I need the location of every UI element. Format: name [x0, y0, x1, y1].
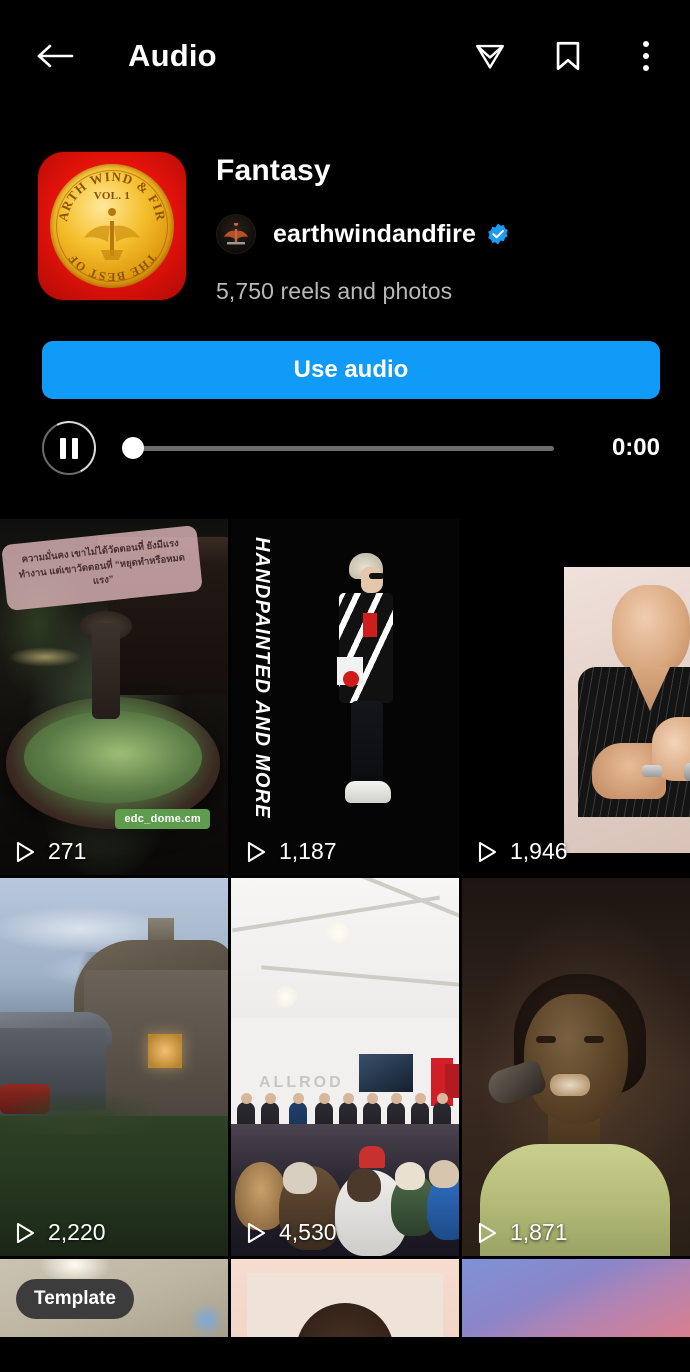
- template-badge[interactable]: Template: [16, 1279, 135, 1319]
- app-header: Audio: [0, 0, 690, 112]
- view-count-label: 1,871: [510, 1219, 568, 1245]
- play-triangle-icon: [16, 841, 35, 862]
- phoenix-avatar-icon: [224, 222, 248, 245]
- verified-badge-icon: [488, 223, 508, 245]
- page-title: Audio: [128, 38, 217, 73]
- bookmark-icon: [556, 41, 580, 71]
- audio-meta: Fantasy earthwindandfire 5,750 reels and…: [186, 152, 510, 305]
- album-coin: EARTH WIND & FIRE THE BEST OF VOL. 1: [50, 164, 174, 288]
- view-count: 1,871: [476, 1219, 568, 1246]
- scrubber-track: [122, 445, 554, 451]
- avatar[interactable]: [216, 214, 256, 254]
- grid-item[interactable]: 2,220: [0, 878, 228, 1256]
- arrow-left-icon: [37, 44, 74, 68]
- paper-plane-icon: [476, 44, 504, 69]
- phoenix-emblem-icon: [84, 208, 140, 260]
- grid-item[interactable]: ALLROD 4,530: [231, 878, 459, 1256]
- more-options-button[interactable]: [624, 34, 668, 78]
- playback-time: 0:00: [611, 434, 660, 461]
- reel-thumbnail: ALLROD: [231, 878, 459, 1256]
- play-triangle-icon: [247, 841, 266, 862]
- header-actions: [468, 34, 668, 78]
- album-volume-label: VOL. 1: [93, 190, 131, 202]
- three-dots-vertical-icon: [643, 41, 649, 71]
- pause-icon: [60, 437, 78, 459]
- view-count-label: 271: [48, 838, 87, 864]
- play-triangle-icon: [247, 1222, 266, 1243]
- audio-info: EARTH WIND & FIRE THE BEST OF VOL. 1: [0, 112, 690, 305]
- audio-player: 0:00: [0, 399, 690, 483]
- grid-item[interactable]: [462, 1259, 690, 1337]
- play-triangle-icon: [478, 1222, 497, 1243]
- artist-row[interactable]: earthwindandfire: [216, 214, 510, 254]
- reel-thumbnail: [231, 1259, 459, 1337]
- artist-name[interactable]: earthwindandfire: [273, 220, 476, 249]
- reel-thumbnail: [462, 519, 690, 875]
- view-count-label: 1,946: [510, 838, 568, 864]
- track-title: Fantasy: [216, 154, 331, 187]
- play-triangle-icon: [478, 841, 497, 862]
- grid-item[interactable]: 1,871: [462, 878, 690, 1256]
- view-count: 4,530: [245, 1219, 337, 1246]
- wall-logo: ALLROD: [259, 1074, 344, 1091]
- album-arc-text-icon: EARTH WIND & FIRE THE BEST OF: [50, 164, 169, 284]
- view-count: 1,187: [245, 838, 337, 865]
- scrubber-thumb[interactable]: [122, 437, 144, 459]
- svg-text:EARTH WIND & FIRE: EARTH WIND & FIRE: [50, 164, 169, 223]
- save-button[interactable]: [546, 34, 590, 78]
- reels-grid: ความมั่นคง เขาไม่ได้วัดตอนที่ ยังมีแรงทำ…: [0, 519, 690, 1372]
- use-audio-button[interactable]: Use audio: [42, 341, 660, 399]
- reel-thumbnail: [462, 878, 690, 1256]
- view-count: 1,946: [476, 838, 568, 865]
- grid-item[interactable]: HANDPAINTED AND MORE 1,187: [231, 519, 459, 875]
- view-count: 271: [14, 838, 86, 865]
- view-count-label: 4,530: [279, 1219, 337, 1245]
- album-art[interactable]: EARTH WIND & FIRE THE BEST OF VOL. 1: [38, 152, 186, 300]
- grid-item[interactable]: ความมั่นคง เขาไม่ได้วัดตอนที่ ยังมีแรงทำ…: [0, 519, 228, 875]
- view-count-label: 1,187: [279, 838, 337, 864]
- play-triangle-icon: [16, 1222, 35, 1243]
- svg-text:THE BEST OF: THE BEST OF: [65, 251, 159, 284]
- view-count-label: 2,220: [48, 1219, 106, 1245]
- back-button[interactable]: [28, 28, 84, 84]
- reel-thumbnail: [0, 878, 228, 1256]
- reel-count: 5,750 reels and photos: [216, 278, 453, 304]
- audio-page: Audio ARTH WIND & FIR THE BEST OF VOL. 1…: [0, 0, 690, 1372]
- play-pause-button[interactable]: [34, 413, 104, 483]
- grid-item[interactable]: Template: [0, 1259, 228, 1337]
- reel-thumbnail: [462, 1259, 690, 1337]
- view-count: 2,220: [14, 1219, 106, 1246]
- watermark: edc_dome.cm: [115, 809, 210, 829]
- share-button[interactable]: [468, 34, 512, 78]
- overlay-text: HANDPAINTED AND MORE: [251, 537, 273, 819]
- grid-item[interactable]: 1,946: [462, 519, 690, 875]
- grid-item[interactable]: [231, 1259, 459, 1337]
- audio-scrubber[interactable]: [122, 435, 554, 461]
- album-coin-text: EARTH WIND & FIRE THE BEST OF: [50, 164, 174, 288]
